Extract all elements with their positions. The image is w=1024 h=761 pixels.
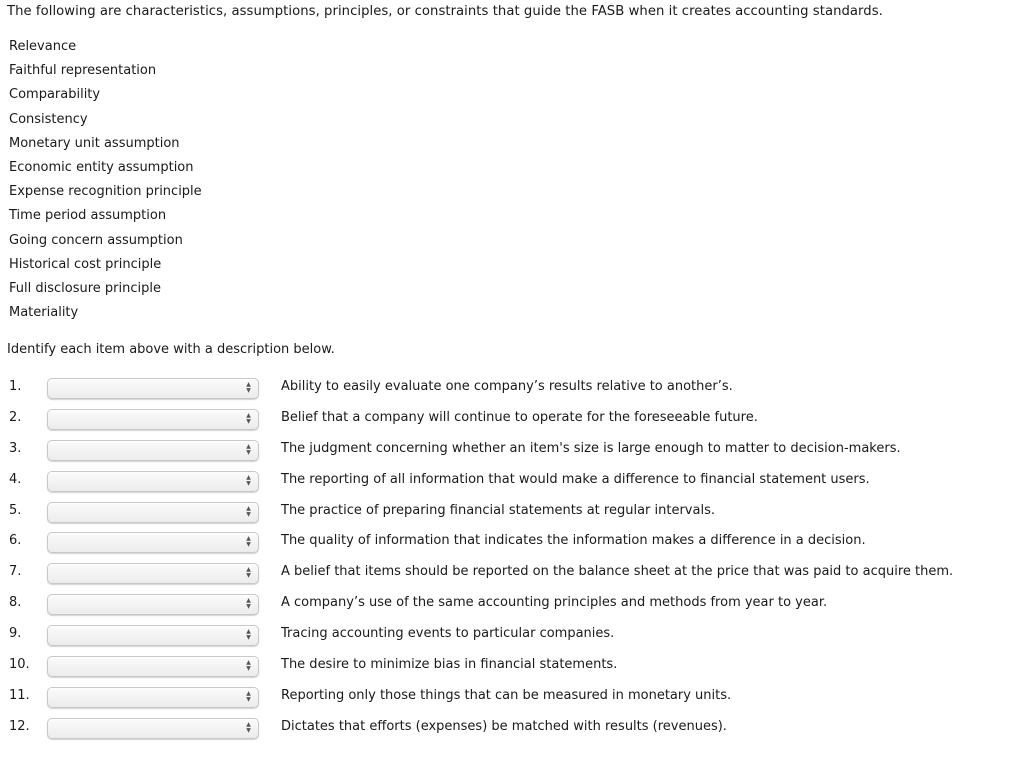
question-description: Reporting only those things that can be … bbox=[281, 687, 732, 703]
question-row: 12. ▲ ▼ Dictates that efforts (expenses) … bbox=[0, 717, 1024, 748]
instruction-text: Identify each item above with a descript… bbox=[7, 342, 335, 357]
answer-select[interactable]: ▲ ▼ bbox=[47, 439, 259, 461]
question-number: 12. bbox=[9, 718, 30, 734]
question-row: 3. ▲ ▼ The judgment concerning whether an… bbox=[0, 439, 1024, 470]
answer-select[interactable]: ▲ ▼ bbox=[47, 594, 259, 616]
up-down-arrows-icon: ▲ ▼ bbox=[246, 659, 251, 673]
question-number: 11. bbox=[9, 687, 30, 703]
answer-select[interactable]: ▲ ▼ bbox=[47, 563, 259, 585]
question-number: 8. bbox=[9, 595, 22, 611]
term-item: Going concern assumption bbox=[9, 232, 183, 248]
up-down-arrows-icon: ▲ ▼ bbox=[246, 504, 251, 518]
question-description: The desire to minimize bias in financial… bbox=[281, 657, 618, 673]
answer-select[interactable]: ▲ ▼ bbox=[47, 656, 259, 678]
question-row: 2. ▲ ▼ Belief that a company will continu… bbox=[0, 408, 1024, 439]
answer-select[interactable]: ▲ ▼ bbox=[47, 686, 259, 708]
up-down-arrows-icon: ▲ ▼ bbox=[246, 442, 251, 456]
answer-select[interactable]: ▲ ▼ bbox=[47, 532, 259, 554]
question-description: The practice of preparing financial stat… bbox=[281, 502, 715, 518]
question-number: 2. bbox=[9, 409, 22, 425]
question-description: The quality of information that indicate… bbox=[281, 533, 866, 549]
term-item: Consistency bbox=[9, 111, 88, 127]
question-row: 6. ▲ ▼ The quality of information that in… bbox=[0, 531, 1024, 562]
term-item: Time period assumption bbox=[9, 208, 167, 224]
answer-select[interactable]: ▲ ▼ bbox=[47, 470, 259, 492]
question-number: 4. bbox=[9, 471, 22, 487]
term-item: Materiality bbox=[9, 305, 79, 321]
question-list: 1. ▲ ▼ Ability to easily evaluate one com… bbox=[0, 377, 1024, 748]
question-number: 10. bbox=[9, 657, 30, 673]
term-item: Full disclosure principle bbox=[9, 280, 161, 296]
answer-select[interactable]: ▲ ▼ bbox=[47, 378, 259, 399]
question-number: 6. bbox=[9, 533, 22, 549]
term-item: Relevance bbox=[9, 39, 77, 54]
question-row: 4. ▲ ▼ The reporting of all information t… bbox=[0, 470, 1024, 501]
term-item: Expense recognition principle bbox=[9, 184, 202, 200]
question-row: 8. ▲ ▼ A company’s use of the same accoun… bbox=[0, 593, 1024, 624]
question-description: A company’s use of the same accounting p… bbox=[281, 595, 828, 611]
question-number: 3. bbox=[9, 440, 22, 456]
answer-select[interactable]: ▲ ▼ bbox=[47, 408, 259, 430]
question-description: Ability to easily evaluate one company’s… bbox=[281, 379, 733, 394]
question-row: 11. ▲ ▼ Reporting only those things that … bbox=[0, 686, 1024, 717]
intro-text: The following are characteristics, assum… bbox=[7, 4, 883, 19]
question-number: 9. bbox=[9, 626, 22, 642]
up-down-arrows-icon: ▲ ▼ bbox=[246, 411, 251, 425]
up-down-arrows-icon: ▲ ▼ bbox=[246, 381, 251, 394]
question-row: 9. ▲ ▼ Tracing accounting events to parti… bbox=[0, 624, 1024, 655]
question-description: The judgment concerning whether an item'… bbox=[281, 440, 901, 456]
up-down-arrows-icon: ▲ ▼ bbox=[246, 689, 251, 703]
up-down-arrows-icon: ▲ ▼ bbox=[246, 535, 251, 549]
question-description: Tracing accounting events to particular … bbox=[281, 626, 615, 642]
question-row: 5. ▲ ▼ The practice of preparing financia… bbox=[0, 501, 1024, 532]
terms-list: Relevance Faithful representation Compar… bbox=[9, 38, 202, 328]
up-down-arrows-icon: ▲ ▼ bbox=[246, 597, 251, 611]
question-row: 10. ▲ ▼ The desire to minimize bias in fi… bbox=[0, 655, 1024, 686]
question-description: A belief that items should be reported o… bbox=[281, 564, 954, 580]
question-number: 5. bbox=[9, 502, 22, 518]
question-row: 1. ▲ ▼ Ability to easily evaluate one com… bbox=[0, 377, 1024, 408]
question-description: Belief that a company will continue to o… bbox=[281, 409, 758, 425]
up-down-arrows-icon: ▲ ▼ bbox=[246, 720, 251, 734]
question-description: The reporting of all information that wo… bbox=[281, 471, 870, 487]
term-item: Monetary unit assumption bbox=[9, 135, 180, 151]
term-item: Economic entity assumption bbox=[9, 159, 194, 175]
question-row: 7. ▲ ▼ A belief that items should be repo… bbox=[0, 562, 1024, 593]
up-down-arrows-icon: ▲ ▼ bbox=[246, 473, 251, 487]
term-item: Historical cost principle bbox=[9, 256, 162, 272]
answer-select[interactable]: ▲ ▼ bbox=[47, 717, 259, 739]
answer-select[interactable]: ▲ ▼ bbox=[47, 625, 259, 647]
term-item: Faithful representation bbox=[9, 63, 157, 79]
question-number: 7. bbox=[9, 564, 22, 580]
question-description: Dictates that efforts (expenses) be matc… bbox=[281, 718, 727, 734]
term-item: Comparability bbox=[9, 87, 101, 103]
up-down-arrows-icon: ▲ ▼ bbox=[246, 628, 251, 642]
question-number: 1. bbox=[9, 379, 22, 394]
up-down-arrows-icon: ▲ ▼ bbox=[246, 566, 251, 580]
answer-select[interactable]: ▲ ▼ bbox=[47, 501, 259, 523]
